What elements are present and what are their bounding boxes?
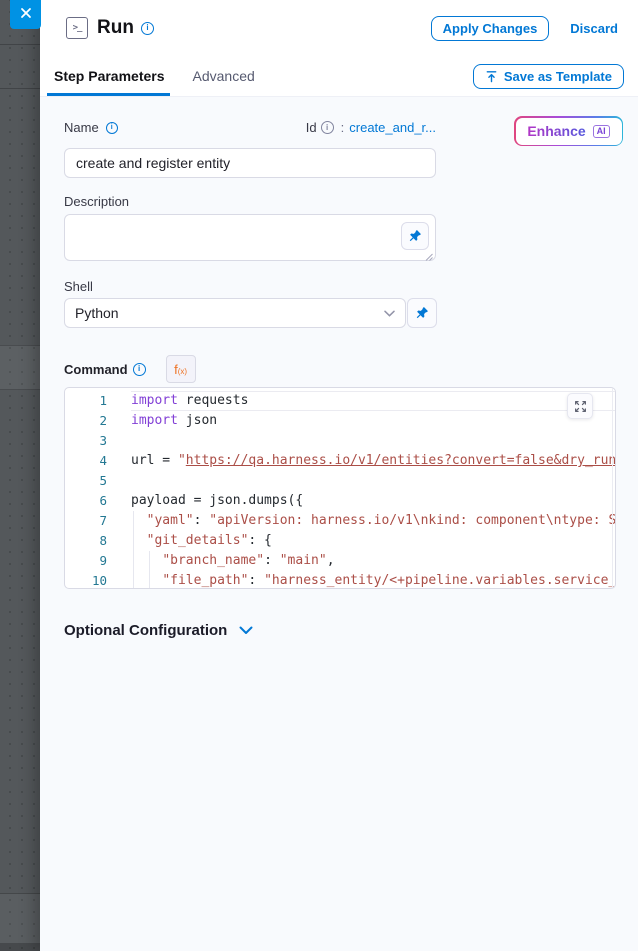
name-info-icon[interactable]: i	[106, 122, 118, 134]
expression-fx-button[interactable]: f(x)	[166, 355, 196, 383]
line-number: 8	[65, 531, 107, 551]
run-step-terminal-icon: >_	[66, 17, 88, 39]
shell-label: Shell	[64, 279, 93, 294]
code-line[interactable]: 9 "branch_name": "main",	[65, 551, 615, 571]
code-line[interactable]: 8 "git_details": {	[65, 531, 615, 551]
name-label: Name	[64, 120, 99, 135]
code-editor-lines: 1 import requests 2 import json 34 url = "htt…	[65, 391, 615, 589]
canvas-bottom-bar	[0, 943, 40, 951]
name-input[interactable]	[64, 148, 436, 178]
step-info-icon[interactable]: i	[141, 22, 154, 35]
ai-badge: AI	[593, 125, 610, 138]
id-separator: :	[341, 120, 345, 135]
command-info-icon[interactable]: i	[133, 363, 146, 376]
save-as-template-label: Save as Template	[504, 69, 612, 84]
code-line[interactable]: 3	[65, 431, 615, 451]
line-number: 7	[65, 511, 107, 531]
tab-step-parameters[interactable]: Step Parameters	[52, 56, 167, 96]
code-text: "file_path": "harness_entity/<+pipeline.…	[131, 571, 615, 589]
code-line[interactable]: 7 "yaml": "apiVersion: harness.io/v1\nki…	[65, 511, 615, 531]
command-label: Command	[64, 362, 128, 377]
line-number: 5	[65, 471, 107, 491]
code-line[interactable]: 2 import json	[65, 411, 615, 431]
apply-changes-button[interactable]: Apply Changes	[431, 16, 550, 41]
optional-configuration-toggle[interactable]: Optional Configuration	[64, 622, 253, 639]
textarea-resize-handle[interactable]	[423, 248, 433, 258]
line-number: 4	[65, 451, 107, 471]
description-label: Description	[64, 194, 129, 209]
tab-bar: Step Parameters Advanced Save as Templat…	[40, 56, 638, 97]
code-text: "branch_name": "main",	[131, 551, 615, 571]
code-text: url = "https://qa.harness.io/v1/entities…	[131, 451, 615, 471]
canvas-footer-band	[0, 893, 40, 943]
pin-icon	[408, 229, 422, 243]
code-line[interactable]: 6 payload = json.dumps({	[65, 491, 615, 511]
save-as-template-button[interactable]: Save as Template	[473, 64, 624, 89]
shell-selected-value: Python	[75, 305, 384, 321]
line-number: 6	[65, 491, 107, 511]
code-line[interactable]: 5	[65, 471, 615, 491]
upload-icon	[485, 70, 498, 83]
expand-icon	[574, 400, 587, 413]
description-field-wrap	[64, 214, 436, 261]
description-textarea[interactable]	[64, 214, 436, 261]
dimmed-pipeline-canvas	[0, 0, 40, 951]
code-text: import requests	[131, 391, 615, 411]
code-line[interactable]: 1 import requests	[65, 391, 615, 411]
close-drawer-button[interactable]	[10, 0, 41, 29]
enhance-label: Enhance	[527, 123, 585, 139]
enhance-ai-button[interactable]: Enhance AI	[514, 116, 623, 146]
discard-button[interactable]: Discard	[570, 21, 618, 36]
canvas-divider	[0, 44, 40, 45]
line-number: 3	[65, 431, 107, 451]
id-label: Id	[306, 120, 317, 135]
optional-configuration-label: Optional Configuration	[64, 622, 227, 639]
code-text: payload = json.dumps({	[131, 491, 615, 511]
editor-expand-button[interactable]	[567, 393, 593, 419]
id-info-icon[interactable]: i	[321, 121, 334, 134]
editor-scrollbar-track[interactable]	[612, 388, 613, 588]
code-text	[131, 431, 615, 451]
step-parameters-panel: Name i Id i : create_and_r... Enhance AI…	[40, 97, 638, 951]
pin-icon	[415, 306, 429, 320]
command-code-editor[interactable]: 1 import requests 2 import json 34 url = "htt…	[64, 387, 616, 589]
code-line[interactable]: 10 "file_path": "harness_entity/<+pipeli…	[65, 571, 615, 589]
canvas-divider	[0, 88, 40, 89]
name-label-group: Name i	[64, 120, 118, 135]
shell-select[interactable]: Python	[64, 298, 406, 328]
line-number: 9	[65, 551, 107, 571]
line-number: 1	[65, 391, 107, 411]
code-text	[131, 471, 615, 491]
step-title: Run	[97, 17, 134, 39]
fx-sub-label: (x)	[178, 367, 187, 376]
line-number: 10	[65, 571, 107, 589]
tab-advanced[interactable]: Advanced	[191, 56, 257, 96]
description-pin-button[interactable]	[401, 222, 429, 250]
close-icon	[20, 7, 32, 22]
chevron-down-icon	[227, 626, 253, 635]
code-text: "yaml": "apiVersion: harness.io/v1\nkind…	[131, 511, 615, 531]
code-text: import json	[131, 411, 615, 431]
drawer-header: >_ Run i Apply Changes Discard	[40, 0, 638, 56]
step-config-drawer: >_ Run i Apply Changes Discard Step Para…	[40, 0, 638, 951]
shell-pin-button[interactable]	[407, 298, 437, 328]
chevron-down-icon	[384, 310, 395, 317]
code-text: "git_details": {	[131, 531, 615, 551]
canvas-section-band	[0, 345, 40, 390]
line-number: 2	[65, 411, 107, 431]
id-value[interactable]: create_and_r...	[349, 120, 436, 135]
code-line[interactable]: 4 url = "https://qa.harness.io/v1/entitie…	[65, 451, 615, 471]
